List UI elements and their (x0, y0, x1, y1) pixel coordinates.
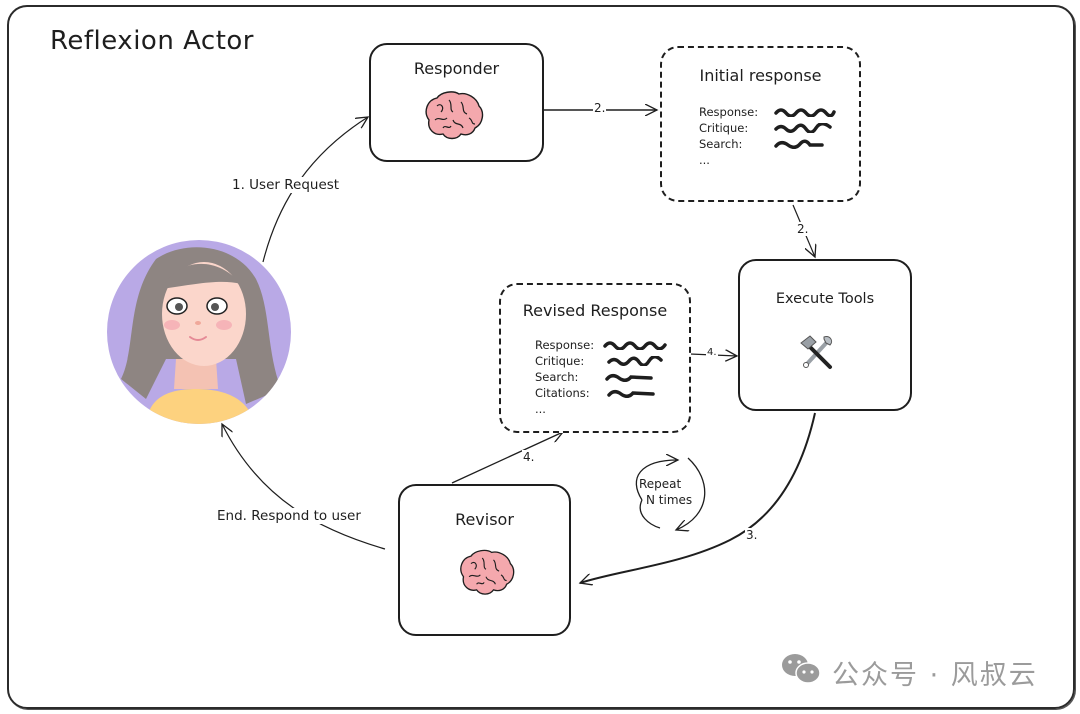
field-row: Search: (535, 369, 667, 385)
watermark-text: 公众号 · 风叔云 (832, 660, 1038, 691)
scribble-icon (774, 123, 832, 133)
hammer-wrench-icon (798, 333, 836, 375)
edge-label-initial-tools: 2. (796, 222, 810, 236)
revisor-label: Revisor (455, 510, 514, 529)
edge-tools-revisor (580, 412, 816, 583)
revisor-node: Revisor (398, 484, 571, 636)
edge-label-tools-revisor: 3. (745, 528, 759, 542)
field-row: ... (699, 153, 710, 167)
scribble-icon (607, 356, 663, 366)
field-row: Critique: (699, 120, 836, 136)
repeat-note-line2: N times (646, 493, 693, 507)
scribble-icon (774, 139, 824, 149)
field-row: Search: (699, 136, 836, 152)
edge-label-responder-initial: 2. (593, 101, 607, 115)
edge-label-revised-tools: 4. (706, 347, 718, 358)
responder-label: Responder (413, 59, 500, 78)
scribble-icon (774, 108, 836, 117)
edge-label-end: End. Respond to user (215, 508, 363, 524)
edge-label-user-request: 1. User Request (230, 177, 342, 193)
edge-label-revisor-revised: 4. (522, 450, 536, 464)
field-row: Critique: (535, 353, 667, 369)
brain-icon (421, 90, 485, 146)
revised-response-label: Revised Response (522, 301, 668, 320)
field-row: Citations: (535, 385, 667, 401)
edge-revisor-revised (451, 432, 563, 484)
watermark: 公众号 · 风叔云 (780, 652, 1038, 693)
brain-icon (456, 548, 516, 602)
repeat-note-line1: Repeat (639, 477, 682, 491)
scribble-icon (605, 374, 653, 382)
field-row: Response: (535, 337, 667, 353)
scribble-icon (607, 390, 655, 398)
wechat-icon (780, 652, 822, 693)
user-avatar (106, 239, 292, 429)
revised-response-fields: Response: Critique: Search: Citations: .… (535, 337, 667, 417)
responder-node: Responder (369, 43, 544, 162)
execute-tools-label: Execute Tools (775, 291, 875, 307)
initial-response-node: Initial response Response: Critique: Sea… (660, 46, 861, 202)
revised-response-node: Revised Response Response: Critique: Sea… (499, 283, 691, 433)
field-row: ... (535, 402, 546, 416)
initial-response-label: Initial response (699, 66, 822, 85)
execute-tools-node: Execute Tools (738, 259, 912, 411)
scribble-icon (603, 341, 667, 350)
edge-end (222, 424, 386, 550)
field-row: Response: (699, 104, 836, 120)
initial-response-fields: Response: Critique: Search: ... (699, 104, 836, 168)
